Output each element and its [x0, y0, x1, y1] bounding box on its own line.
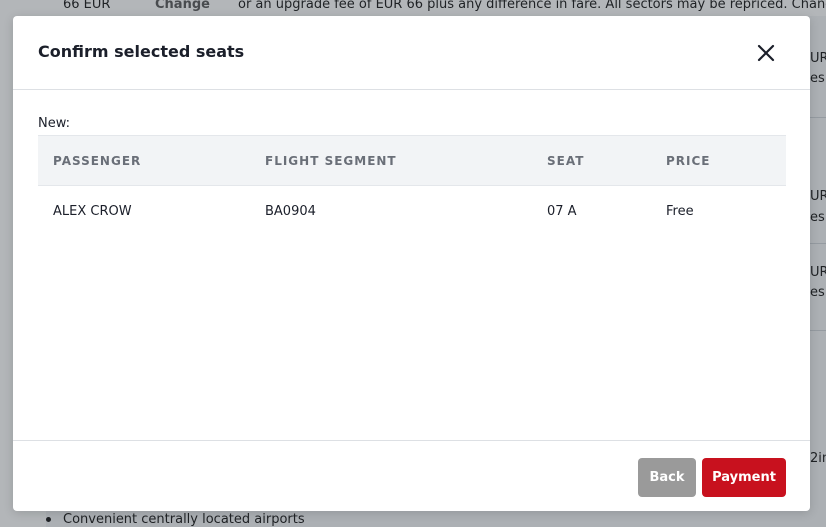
- selected-seats-table: PASSENGER FLIGHT SEGMENT SEAT PRICE ALEX…: [38, 135, 786, 236]
- seat-price: Free: [666, 203, 694, 219]
- close-button[interactable]: [753, 40, 779, 66]
- close-icon: [757, 44, 775, 62]
- table-header-row: PASSENGER FLIGHT SEGMENT SEAT PRICE: [38, 135, 786, 186]
- new-selection-label: New:: [38, 116, 71, 131]
- passenger-name: ALEX CROW: [53, 203, 132, 219]
- back-button[interactable]: Back: [638, 458, 696, 497]
- table-row: ALEX CROW BA0904 07 A Free: [38, 186, 786, 237]
- confirm-seats-dialog: Confirm selected seats New: PASSENGER FL…: [13, 16, 810, 511]
- seat-number: 07 A: [547, 203, 577, 219]
- dialog-footer: Back Payment: [13, 440, 810, 512]
- column-header-passenger: PASSENGER: [38, 135, 250, 186]
- payment-button[interactable]: Payment: [702, 458, 786, 497]
- column-header-seat: SEAT: [532, 135, 651, 186]
- column-header-price: PRICE: [651, 135, 786, 186]
- flight-segment: BA0904: [265, 203, 316, 219]
- column-header-flight-segment: FLIGHT SEGMENT: [250, 135, 532, 186]
- dialog-header: Confirm selected seats: [13, 16, 810, 90]
- dialog-title: Confirm selected seats: [38, 42, 245, 61]
